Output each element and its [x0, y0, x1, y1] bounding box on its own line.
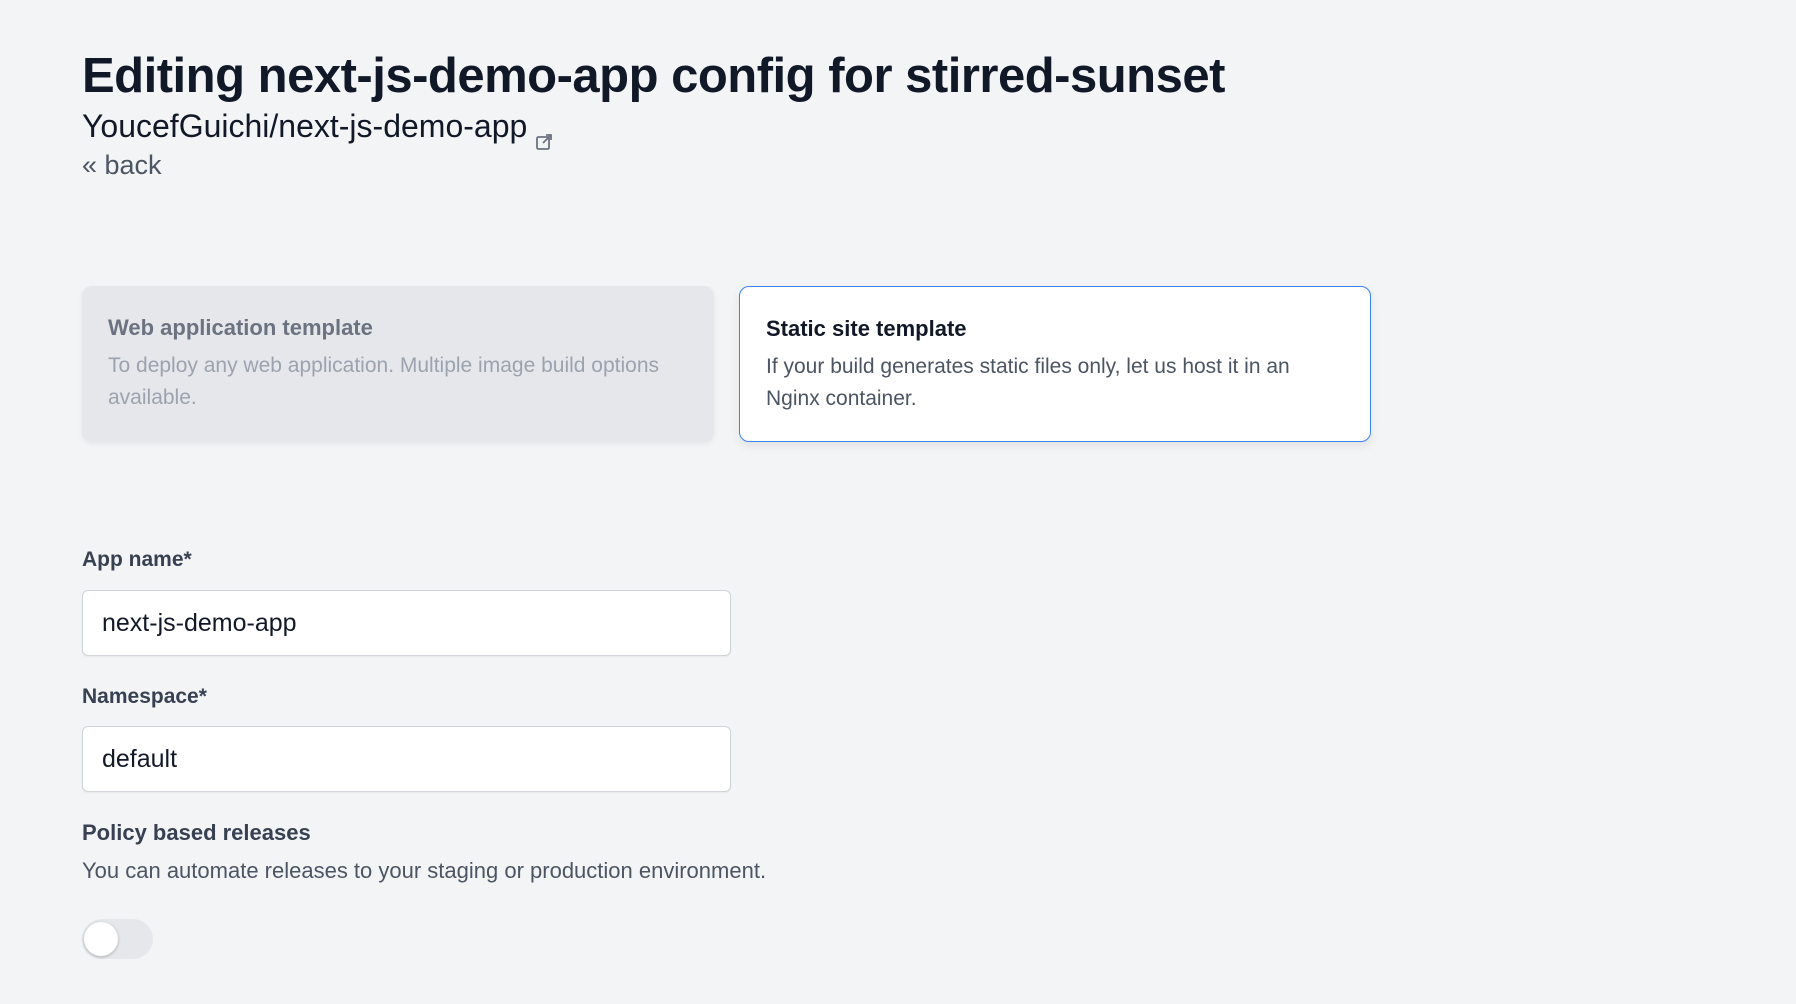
web-application-template-card[interactable]: Web application template To deploy any w…	[82, 286, 714, 442]
static-site-template-card[interactable]: Static site template If your build gener…	[739, 286, 1371, 442]
card-description: If your build generates static files onl…	[766, 355, 1290, 410]
app-name-input[interactable]	[82, 590, 731, 656]
card-title: Web application template	[108, 315, 373, 340]
policy-releases-toggle[interactable]	[82, 919, 153, 959]
toggle-knob	[84, 922, 118, 956]
policy-releases-description: You can automate releases to your stagin…	[82, 858, 767, 883]
page-title: Editing next-js-demo-app config for stir…	[82, 49, 1225, 103]
back-link[interactable]: « back	[82, 148, 162, 182]
namespace-input[interactable]	[82, 726, 731, 792]
namespace-label: Namespace*	[82, 685, 207, 708]
policy-releases-title: Policy based releases	[82, 820, 311, 845]
card-title: Static site template	[766, 316, 967, 341]
app-name-label: App name*	[82, 548, 192, 571]
external-link-icon[interactable]	[535, 120, 553, 150]
repo-line: YoucefGuichi/next-js-demo-app	[82, 106, 553, 150]
card-description: To deploy any web application. Multiple …	[108, 354, 660, 409]
repo-link[interactable]: YoucefGuichi/next-js-demo-app	[82, 106, 527, 146]
